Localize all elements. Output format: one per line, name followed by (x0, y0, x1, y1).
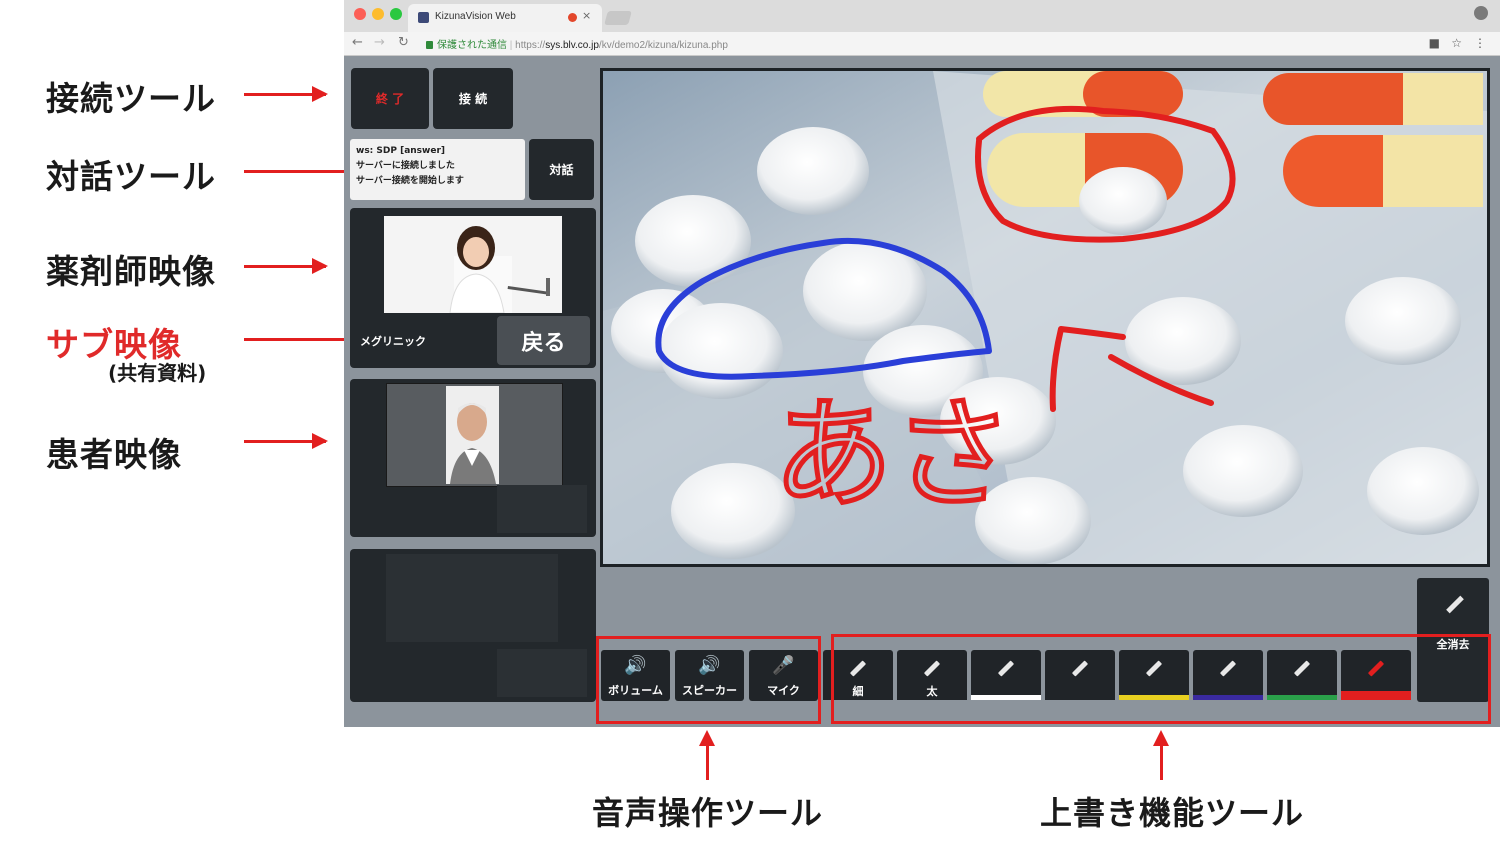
log-line: サーバーに接続しました (356, 161, 455, 171)
camera-icon[interactable]: ■ (1429, 36, 1440, 50)
maximize-window-icon[interactable] (390, 8, 402, 20)
browser-tab[interactable]: KizunaVision Web × (408, 4, 602, 32)
forward-icon[interactable]: → (374, 35, 385, 50)
handwriting-text: あさ (773, 386, 1013, 525)
tablet (1183, 425, 1303, 517)
pharmacist-video (384, 216, 562, 313)
annotation-pharmacist-video: 薬剤師映像 (46, 252, 216, 291)
arrow-connection (244, 86, 328, 102)
annotation-audio-tool: 音声操作ツール (592, 794, 824, 832)
annotation-overwrite-tool: 上書き機能ツール (1040, 794, 1305, 832)
lock-icon (426, 41, 433, 49)
sub-video-caption: メグリニック (360, 335, 426, 348)
audio-tool-highlight (596, 636, 821, 724)
tablet (757, 127, 869, 215)
tab-bar: KizunaVision Web × (344, 0, 1500, 32)
annotation-sub-video-note: (共有資料) (108, 361, 207, 385)
tablet (1367, 447, 1479, 535)
talk-button[interactable]: 対話 (529, 139, 594, 200)
overwrite-tool-highlight (831, 634, 1491, 724)
url-scheme: https:// (515, 40, 546, 51)
arrow-overwrite-tool (1153, 730, 1169, 780)
tablet (659, 303, 783, 399)
arrow-audio-tool (699, 730, 715, 780)
annotation-dialog-tool: 対話ツール (46, 157, 216, 196)
favicon-icon (418, 12, 429, 23)
annotation-connection-tool: 接続ツール (46, 79, 216, 118)
patient-video (446, 386, 499, 484)
secure-label: 保護された通信 (437, 40, 507, 51)
eraser-icon (1446, 595, 1464, 614)
annotation-patient-video: 患者映像 (46, 435, 182, 474)
url-field[interactable]: 保護された通信 | https://sys.blv.co.jp/kv/demo2… (426, 36, 728, 51)
bookmark-star-icon[interactable]: ☆ (1451, 36, 1462, 50)
tablet (1079, 167, 1167, 235)
capsule (1263, 73, 1483, 125)
back-button[interactable]: 戻る (497, 316, 590, 365)
dialog-log: ws: SDP [answer] サーバーに接続しました サーバー接続を開始しま… (350, 139, 525, 200)
reload-icon[interactable]: ↻ (398, 35, 409, 50)
arrow-pharmacist (244, 258, 328, 274)
main-video[interactable]: あさ (600, 68, 1490, 567)
shared-document-image[interactable]: あさ (603, 71, 1487, 564)
tablet (635, 195, 751, 287)
minimize-window-icon[interactable] (372, 8, 384, 20)
tablet (1345, 277, 1461, 365)
back-icon[interactable]: ← (352, 35, 363, 50)
log-line: ws: SDP [answer] (356, 146, 446, 156)
close-tab-icon[interactable]: × (582, 9, 591, 22)
end-button[interactable]: 終 了 (351, 68, 429, 129)
new-tab-button[interactable] (604, 11, 632, 25)
address-bar: ← → ↻ 保護された通信 | https://sys.blv.co.jp/kv… (344, 32, 1500, 56)
arrow-patient (244, 433, 328, 449)
recording-icon (568, 13, 577, 22)
url-path: /kv/demo2/kizuna/kizuna.php (598, 40, 728, 51)
menu-icon[interactable]: ⋮ (1474, 36, 1486, 50)
url-host: sys.blv.co.jp (545, 40, 599, 51)
log-line: サーバー接続を開始します (356, 176, 464, 186)
tab-title: KizunaVision Web (435, 11, 516, 22)
capsule (1283, 135, 1483, 207)
extra-video-placeholder (497, 649, 587, 697)
extra-video-frame (386, 554, 558, 642)
patient-video-placeholder (497, 485, 587, 533)
connect-button[interactable]: 接 続 (433, 68, 513, 129)
profile-icon[interactable] (1474, 6, 1488, 20)
close-window-icon[interactable] (354, 8, 366, 20)
